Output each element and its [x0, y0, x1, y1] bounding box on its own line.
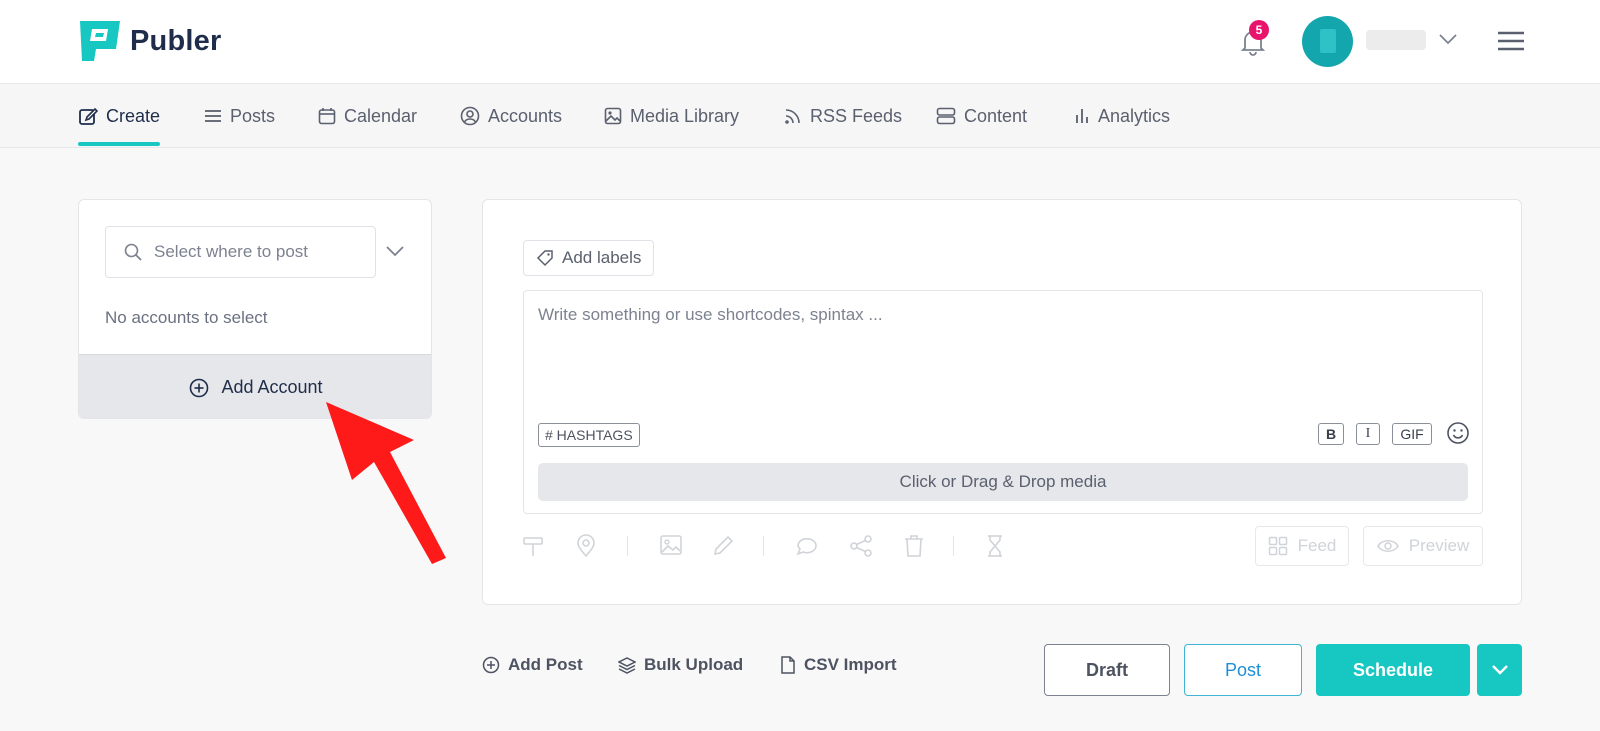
- tab-analytics[interactable]: Analytics: [1074, 84, 1170, 148]
- tab-accounts-label: Accounts: [488, 105, 563, 126]
- location-pin-icon[interactable]: [575, 534, 597, 558]
- share-icon[interactable]: [849, 534, 873, 558]
- csv-import-link[interactable]: CSV Import: [780, 655, 897, 675]
- csv-import-label: CSV Import: [804, 655, 897, 674]
- post-composer: Add labels Write something or use shortc…: [482, 199, 1522, 605]
- gif-button[interactable]: GIF: [1392, 423, 1432, 445]
- eye-icon: [1376, 540, 1399, 552]
- publer-logo[interactable]: Publer: [78, 19, 221, 63]
- tab-media-library-label: Media Library: [630, 105, 740, 126]
- preview-label: Preview: [1408, 536, 1470, 555]
- bulk-upload-link[interactable]: Bulk Upload: [618, 655, 743, 675]
- search-icon: [124, 243, 142, 261]
- username-blurred[interactable]: [1366, 30, 1426, 50]
- preview-button[interactable]: Preview: [1363, 526, 1483, 566]
- hashtags-button[interactable]: # HASHTAGS: [538, 423, 640, 447]
- chevron-down-icon[interactable]: [1438, 32, 1458, 46]
- active-tab-indicator: [78, 142, 160, 146]
- italic-button[interactable]: I: [1356, 423, 1380, 445]
- add-labels-button[interactable]: Add labels: [523, 240, 655, 276]
- tab-posts-label: Posts: [230, 105, 276, 126]
- tag-icon: [536, 250, 553, 267]
- file-icon: [781, 656, 795, 674]
- toolbar-divider: [627, 536, 628, 556]
- tab-content[interactable]: Content: [936, 84, 1027, 148]
- add-post-link[interactable]: Add Post: [482, 655, 583, 675]
- add-post-label: Add Post: [508, 655, 583, 674]
- tab-posts[interactable]: Posts: [204, 84, 275, 148]
- schedule-options-button[interactable]: [1477, 644, 1522, 696]
- layers-icon: [618, 657, 636, 674]
- trash-icon[interactable]: [903, 534, 925, 558]
- tab-create[interactable]: Create: [78, 84, 160, 148]
- toolbar-divider: [763, 536, 764, 556]
- comments-icon[interactable]: [795, 534, 821, 558]
- toolbar-divider: [953, 536, 954, 556]
- main-nav: Create Posts Calendar Accounts Media Lib…: [0, 84, 1600, 148]
- top-bar: Publer 5: [0, 0, 1600, 84]
- chevron-down-icon: [1491, 665, 1508, 675]
- avatar-image: [1320, 29, 1336, 53]
- account-selector-panel: Select where to post No accounts to sele…: [78, 199, 432, 419]
- user-circle-icon: [460, 106, 480, 126]
- hourglass-icon[interactable]: [985, 534, 1005, 558]
- editor-placeholder: Write something or use shortcodes, spint…: [538, 305, 883, 324]
- add-labels-label: Add labels: [562, 248, 642, 267]
- draft-button[interactable]: Draft: [1044, 644, 1170, 696]
- calendar-icon: [318, 108, 336, 125]
- tab-create-label: Create: [106, 105, 161, 126]
- rss-icon: [785, 109, 800, 124]
- media-dropzone[interactable]: Click or Drag & Drop media: [538, 463, 1468, 501]
- feed-button[interactable]: Feed: [1255, 526, 1349, 566]
- tab-calendar-label: Calendar: [344, 105, 418, 126]
- plus-circle-icon: [190, 378, 209, 397]
- feed-label: Feed: [1297, 536, 1337, 555]
- bold-button[interactable]: B: [1318, 423, 1344, 445]
- tab-analytics-label: Analytics: [1098, 105, 1171, 126]
- pencil-icon[interactable]: [711, 534, 735, 558]
- account-search-input[interactable]: Select where to post: [105, 226, 376, 278]
- tab-rss-feeds[interactable]: RSS Feeds: [784, 84, 902, 148]
- tab-media-library[interactable]: Media Library: [604, 84, 739, 148]
- schedule-button[interactable]: Schedule: [1316, 644, 1470, 696]
- tab-content-label: Content: [964, 105, 1028, 126]
- tab-rss-feeds-label: RSS Feeds: [810, 105, 903, 126]
- bulk-upload-label: Bulk Upload: [644, 655, 744, 674]
- tab-accounts[interactable]: Accounts: [460, 84, 562, 148]
- chevron-down-icon[interactable]: [385, 244, 405, 258]
- publer-logo-icon: [80, 21, 120, 61]
- add-account-label: Add Account: [221, 377, 323, 397]
- notification-badge: 5: [1249, 20, 1269, 40]
- avatar[interactable]: [1302, 16, 1353, 67]
- image-icon[interactable]: [659, 534, 683, 556]
- post-text-editor[interactable]: Write something or use shortcodes, spint…: [523, 290, 1483, 514]
- bar-chart-icon: [1076, 109, 1088, 123]
- list-icon: [205, 110, 221, 122]
- tab-calendar[interactable]: Calendar: [318, 84, 417, 148]
- hamburger-menu-icon[interactable]: [1496, 30, 1526, 52]
- emoji-icon[interactable]: [1446, 421, 1470, 445]
- server-icon: [936, 107, 956, 125]
- empty-accounts-message: No accounts to select: [105, 308, 268, 327]
- signpost-icon[interactable]: [521, 534, 545, 558]
- app-name: Publer: [130, 24, 222, 57]
- post-button[interactable]: Post: [1184, 644, 1302, 696]
- image-icon: [604, 107, 622, 125]
- edit-icon: [79, 107, 98, 125]
- annotation-arrow: [326, 402, 446, 564]
- account-search-placeholder: Select where to post: [154, 242, 309, 261]
- grid-icon: [1268, 536, 1287, 556]
- plus-circle-icon: [482, 656, 500, 674]
